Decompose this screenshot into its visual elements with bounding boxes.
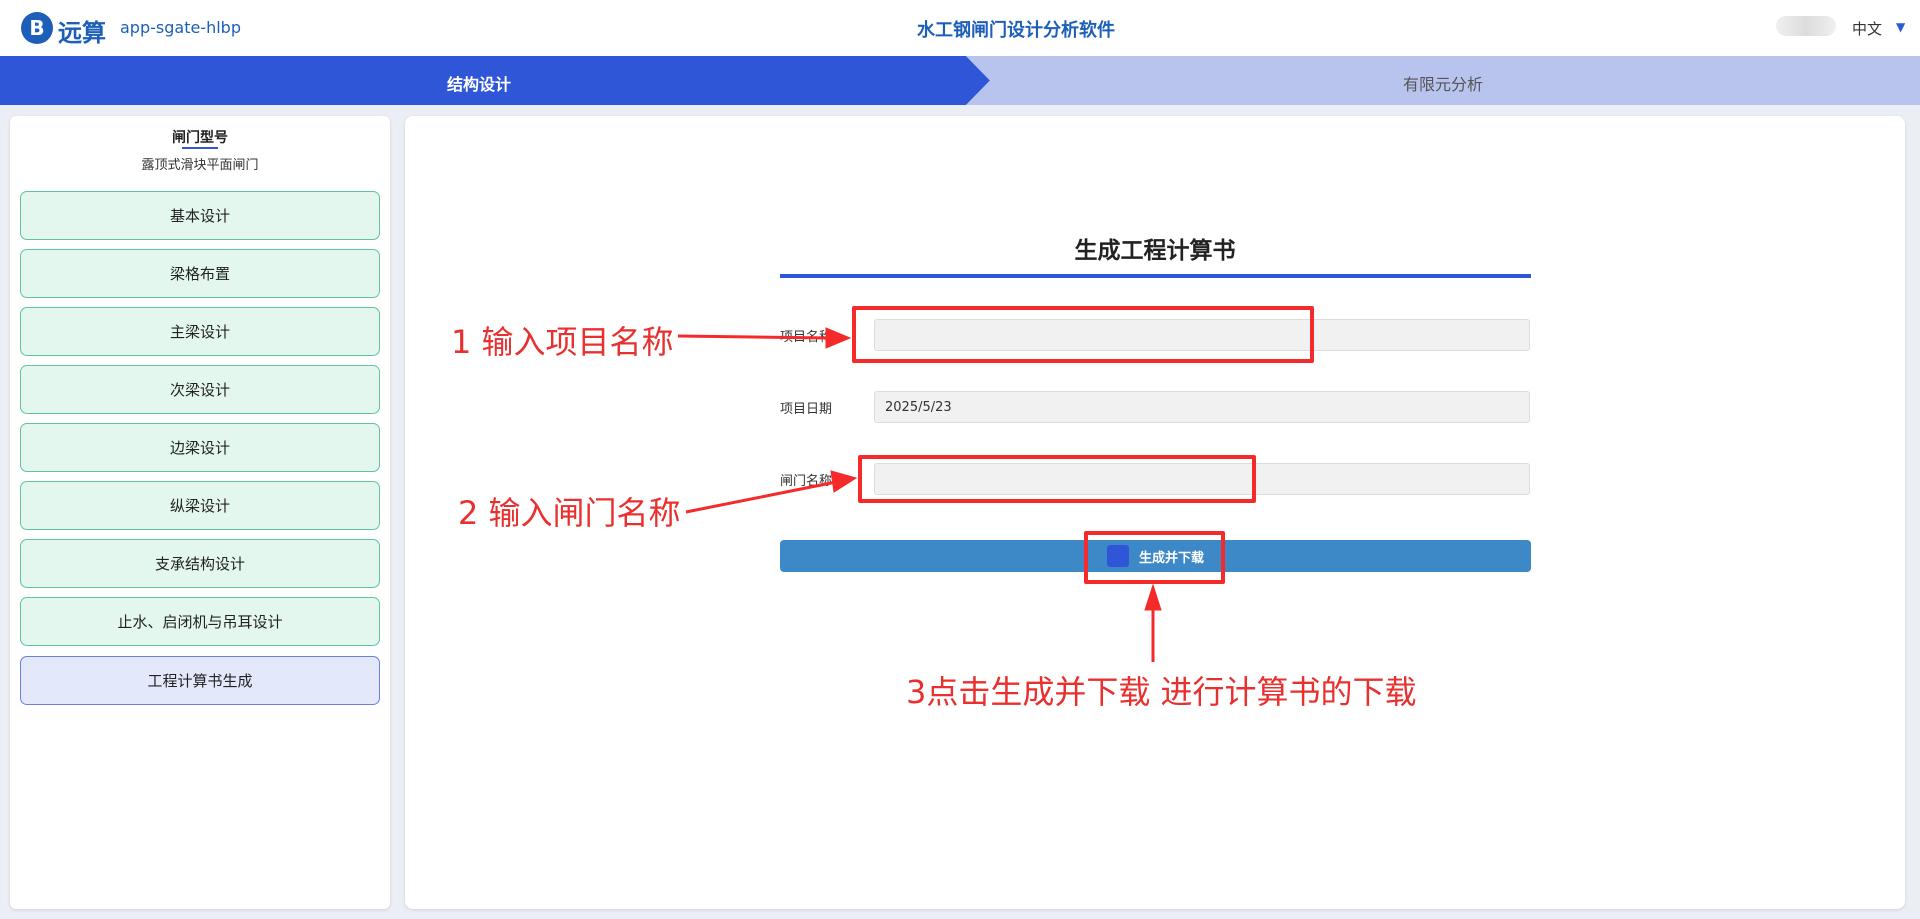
sidebar-item-beam-layout[interactable]: 梁格布置 <box>20 249 380 298</box>
sidebar-item-seal-hoist-lug[interactable]: 止水、启闭机与吊耳设计 <box>20 597 380 646</box>
sidebar-item-label: 次梁设计 <box>169 381 230 399</box>
project-date-label: 项目日期 <box>780 402 833 417</box>
annotation-step3-text: 3点击生成并下载 进行计算书的下载 <box>906 673 1417 711</box>
sidebar-item-label: 止水、启闭机与吊耳设计 <box>117 613 283 631</box>
annotation-box-project-name <box>852 306 1314 363</box>
workflow-steps: 结构设计 有限元分析 <box>0 56 1920 105</box>
sidebar: 闸门型号 露顶式滑块平面闸门 基本设计 梁格布置 主梁设计 次梁设计 边梁设计 … <box>10 116 390 909</box>
top-header: B 远算 app-sgate-hlbp 水工钢闸门设计分析软件 中文 ▼ <box>0 0 1920 56</box>
sidebar-item-label: 梁格布置 <box>169 265 230 283</box>
language-selector[interactable]: 中文 <box>1852 18 1882 39</box>
sidebar-item-longitudinal-beam[interactable]: 纵梁设计 <box>20 481 380 530</box>
project-date-input[interactable] <box>874 391 1530 423</box>
form-title-divider <box>780 274 1531 278</box>
annotation-box-gate-name <box>858 455 1256 503</box>
sidebar-item-label: 基本设计 <box>169 207 230 225</box>
sidebar-item-secondary-beam[interactable]: 次梁设计 <box>20 365 380 414</box>
sidebar-item-support-structure[interactable]: 支承结构设计 <box>20 539 380 588</box>
sidebar-item-side-beam[interactable]: 边梁设计 <box>20 423 380 472</box>
sidebar-item-label: 主梁设计 <box>169 323 230 341</box>
annotation-box-generate-button <box>1084 531 1225 584</box>
user-avatar[interactable] <box>1776 16 1836 36</box>
project-name-label: 项目名称 <box>780 330 833 345</box>
step-structural-design-label: 结构设计 <box>446 75 511 94</box>
sidebar-item-main-beam[interactable]: 主梁设计 <box>20 307 380 356</box>
sidebar-item-label: 支承结构设计 <box>154 555 245 573</box>
gate-name-label: 闸门名称 <box>780 474 833 489</box>
chevron-down-icon[interactable]: ▼ <box>1896 20 1905 34</box>
gate-type-underline <box>182 147 218 149</box>
gate-type-heading: 闸门型号 <box>172 130 228 146</box>
sidebar-item-calc-report[interactable]: 工程计算书生成 <box>20 656 380 705</box>
step-fea[interactable]: 有限元分析 <box>966 56 1920 105</box>
form-title: 生成工程计算书 <box>1074 238 1236 264</box>
gate-type-value: 露顶式滑块平面闸门 <box>141 158 259 173</box>
step-fea-label: 有限元分析 <box>1402 75 1483 94</box>
annotation-step1-text: 1 输入项目名称 <box>451 323 674 361</box>
sidebar-item-label: 边梁设计 <box>169 439 230 457</box>
app-title: 水工钢闸门设计分析软件 <box>917 20 1115 41</box>
sidebar-item-label: 纵梁设计 <box>169 497 230 515</box>
sidebar-item-label: 工程计算书生成 <box>147 672 253 690</box>
sidebar-item-basic-design[interactable]: 基本设计 <box>20 191 380 240</box>
step-structural-design[interactable]: 结构设计 <box>0 56 990 105</box>
annotation-step2-text: 2 输入闸门名称 <box>458 494 681 532</box>
